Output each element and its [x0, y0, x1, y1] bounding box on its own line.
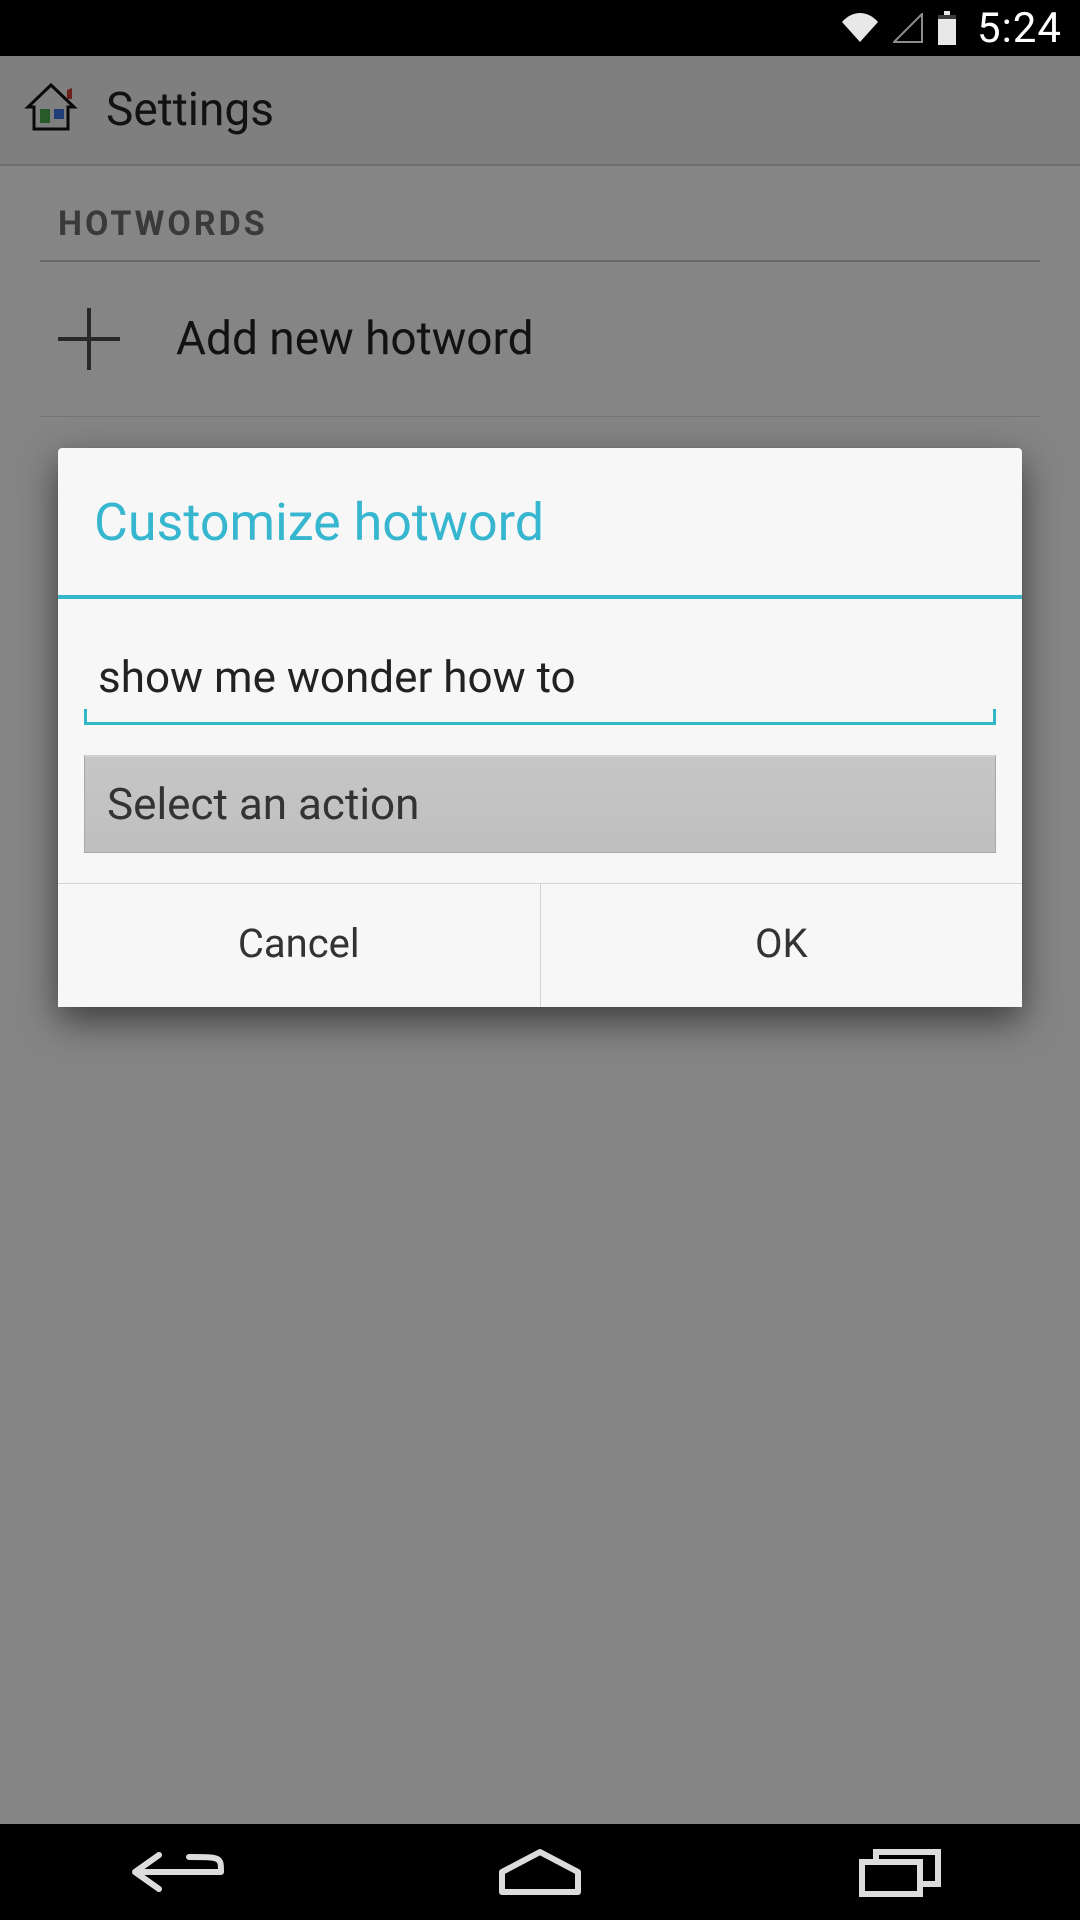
input-underline: [84, 711, 996, 725]
home-button[interactable]: [455, 1837, 625, 1907]
customize-hotword-dialog: Customize hotword Select an action Cance…: [58, 448, 1022, 1007]
status-clock: 5:24: [977, 4, 1062, 53]
battery-icon: [937, 11, 957, 45]
wifi-icon: [841, 13, 879, 43]
cellular-signal-icon: [893, 13, 923, 43]
dialog-body: Select an action: [58, 599, 1022, 883]
cancel-button[interactable]: Cancel: [58, 884, 540, 1007]
status-bar: 5:24: [0, 0, 1080, 56]
dialog-title: Customize hotword: [58, 448, 1022, 599]
navigation-bar: [0, 1824, 1080, 1920]
select-action-spinner[interactable]: Select an action: [84, 755, 996, 853]
hotword-input[interactable]: [84, 639, 996, 713]
ok-button[interactable]: OK: [540, 884, 1023, 1007]
dialog-button-bar: Cancel OK: [58, 883, 1022, 1007]
recents-button[interactable]: [815, 1837, 985, 1907]
back-button[interactable]: [95, 1837, 265, 1907]
